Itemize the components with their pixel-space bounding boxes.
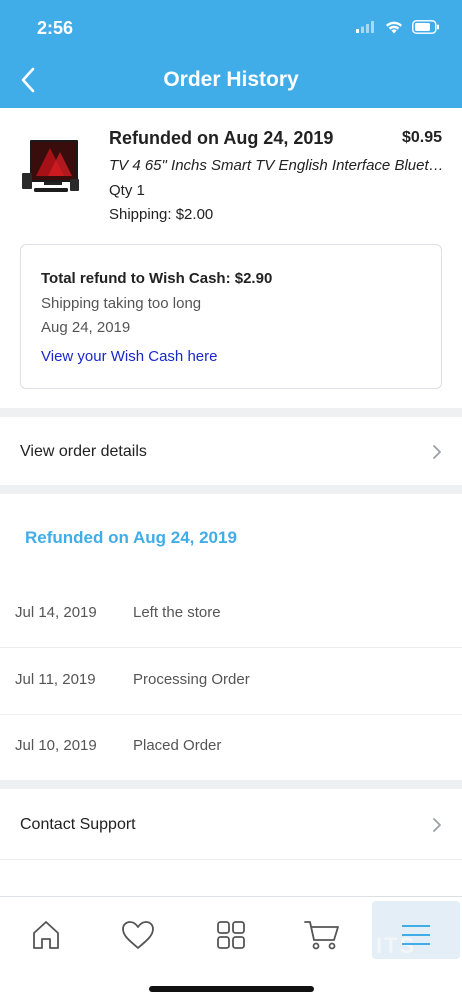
- tab-home[interactable]: [26, 915, 66, 955]
- grid-icon: [217, 921, 245, 949]
- order-summary: Refunded on Aug 24, 2019 $0.95 TV 4 65" …: [0, 108, 462, 408]
- tab-menu[interactable]: [396, 915, 436, 955]
- row-separator: [0, 859, 462, 860]
- tab-categories[interactable]: [211, 915, 251, 955]
- app-header: 2:56 Order History: [0, 0, 462, 108]
- chevron-right-icon: [433, 818, 441, 832]
- tab-cart[interactable]: [302, 915, 342, 955]
- view-wish-cash-link[interactable]: View your Wish Cash here: [41, 348, 217, 365]
- refund-total: Total refund to Wish Cash: $2.90: [41, 270, 273, 287]
- tracking-event-status: Left the store: [133, 604, 221, 621]
- row-separator: [0, 647, 462, 648]
- status-icons: [356, 20, 440, 34]
- bottom-tab-bar: ITS: [0, 896, 462, 1000]
- status-time: 2:56: [37, 18, 74, 38]
- section-divider: [0, 780, 462, 789]
- tracking-event-status: Placed Order: [133, 737, 222, 754]
- refund-card: Total refund to Wish Cash: $2.90 Shippin…: [20, 244, 442, 389]
- contact-support-label: Contact Support: [20, 816, 136, 833]
- tv-product-icon: [22, 140, 79, 192]
- home-icon: [33, 921, 59, 949]
- menu-icon: [402, 925, 430, 945]
- tracking-event-row: Jul 14, 2019 Left the store: [0, 582, 462, 648]
- home-indicator[interactable]: [149, 986, 314, 992]
- view-order-details-label: View order details: [20, 443, 147, 460]
- battery-icon: [412, 20, 439, 34]
- refund-date: Aug 24, 2019: [41, 319, 131, 336]
- cart-icon: [304, 921, 339, 950]
- wifi-icon: [386, 21, 402, 33]
- section-divider: [0, 485, 462, 494]
- tracking-event-date: Jul 14, 2019: [15, 604, 97, 621]
- heart-icon: [122, 921, 154, 949]
- tracking-event-row: Jul 10, 2019 Placed Order: [0, 715, 462, 781]
- tracking-event-row: Jul 11, 2019 Processing Order: [0, 649, 462, 715]
- tracking-status-title: Refunded on Aug 24, 2019: [25, 528, 237, 547]
- tracking-event-date: Jul 11, 2019: [15, 671, 96, 688]
- order-price: $0.95: [401, 129, 442, 146]
- tracking-event-status: Processing Order: [133, 671, 250, 688]
- tab-wishlist[interactable]: [118, 915, 158, 955]
- section-divider: [0, 408, 462, 417]
- product-image[interactable]: [20, 136, 80, 198]
- refund-reason: Shipping taking too long: [41, 295, 202, 312]
- order-quantity: Qty 1: [109, 182, 145, 199]
- view-order-details-row[interactable]: View order details: [0, 417, 462, 485]
- status-bar: 2:56: [0, 0, 462, 52]
- contact-support-row[interactable]: Contact Support: [0, 789, 462, 859]
- product-name[interactable]: TV 4 65" Inchs Smart TV English Interfac…: [109, 157, 444, 174]
- order-status-title: Refunded on Aug 24, 2019: [109, 128, 334, 148]
- chevron-right-icon: [433, 445, 441, 459]
- order-shipping: Shipping: $2.00: [109, 206, 214, 223]
- page-title: Order History: [163, 68, 299, 91]
- tracking-event-date: Jul 10, 2019: [15, 737, 97, 754]
- cellular-signal-icon: [356, 21, 374, 33]
